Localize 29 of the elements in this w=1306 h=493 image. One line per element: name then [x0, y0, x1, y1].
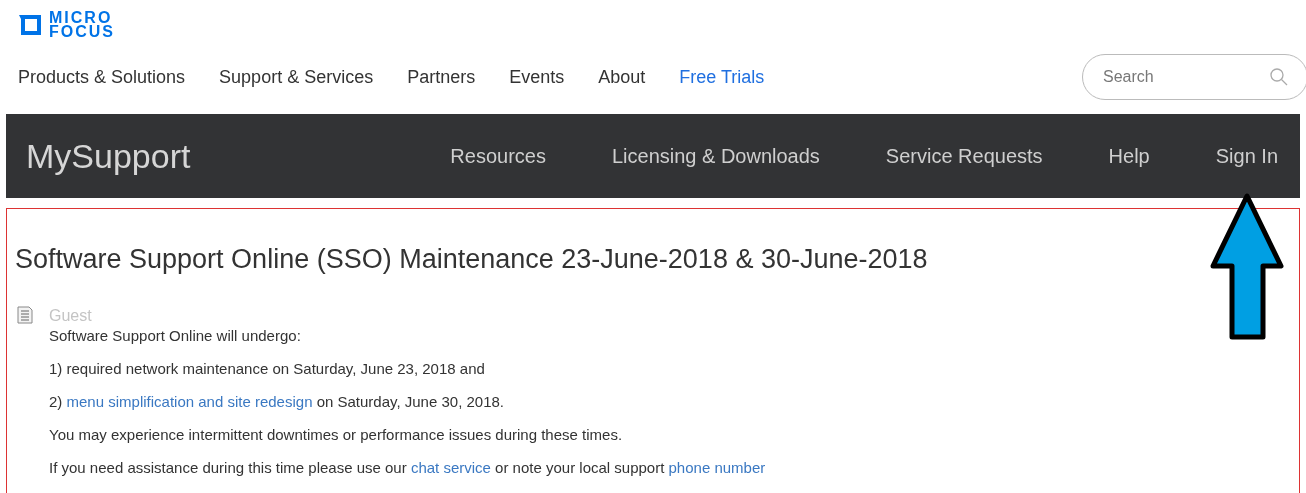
support-nav-link[interactable]: Resources: [450, 141, 546, 171]
nav-link[interactable]: Free Trials: [679, 63, 765, 91]
logo-text: MICRO: [49, 10, 114, 25]
logo-icon: [19, 12, 43, 37]
support-nav-link[interactable]: Service Requests: [885, 141, 1043, 171]
arrow-icon: [1210, 193, 1284, 341]
support-title: MySupport: [26, 135, 191, 177]
nav-link[interactable]: Support & Services: [219, 63, 374, 91]
article-title: Software Support Online (SSO) Maintenance 23-June-2018 & 30-June-2018: [15, 243, 929, 276]
nav-link[interactable]: Products & Solutions: [18, 63, 186, 91]
search-icon[interactable]: [1270, 68, 1288, 86]
text-link[interactable]: chat service: [410, 458, 491, 476]
paragraph: You may experience intermittent downtimes or performance issues during these times.: [49, 424, 624, 445]
logo-text: FOCUS: [49, 24, 115, 39]
search-field[interactable]: Search: [1082, 54, 1306, 100]
text-link[interactable]: phone number: [668, 458, 766, 476]
nav-link[interactable]: Partners: [407, 63, 476, 91]
paragraph: 2) menu simplification and site redesign on Saturday, June 30, 2018.: [49, 391, 505, 412]
paragraph: If you need assistance during this time please use our chat service or note your local support phone number: [49, 457, 766, 478]
text-link[interactable]: menu simplification and site redesign: [66, 392, 313, 410]
document-icon: [17, 305, 33, 324]
author-name: Guest: [49, 305, 93, 326]
paragraph: Software Support Online will undergo:: [49, 325, 302, 346]
nav-link[interactable]: Events: [509, 63, 565, 91]
paragraph: 1) required network maintenance on Saturday, June 23, 2018 and: [49, 358, 486, 379]
support-nav-link[interactable]: Sign In: [1215, 141, 1278, 171]
support-nav-link[interactable]: Help: [1108, 141, 1150, 171]
nav-link[interactable]: About: [598, 63, 646, 91]
support-nav-link[interactable]: Licensing & Downloads: [611, 141, 820, 171]
